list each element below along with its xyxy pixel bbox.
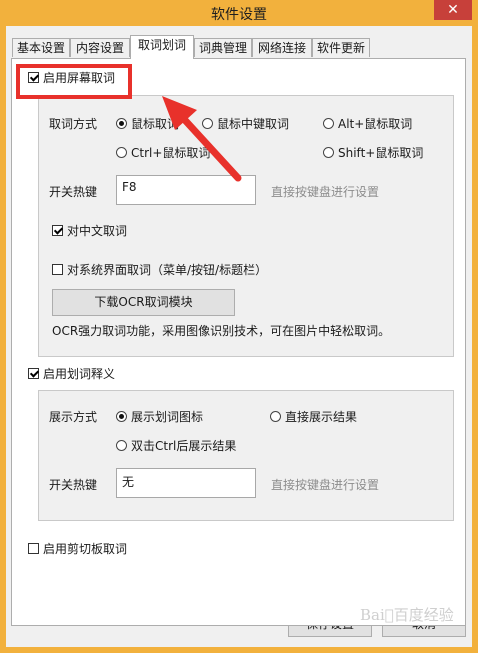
annotation-arrow	[162, 96, 242, 182]
watermark: Bai⃝百度经验	[360, 606, 454, 624]
settings-window: 软件设置 ✕ 基本设置 内容设置 取词划词 词典管理 网络连接 软件更新 启用屏…	[0, 0, 478, 653]
